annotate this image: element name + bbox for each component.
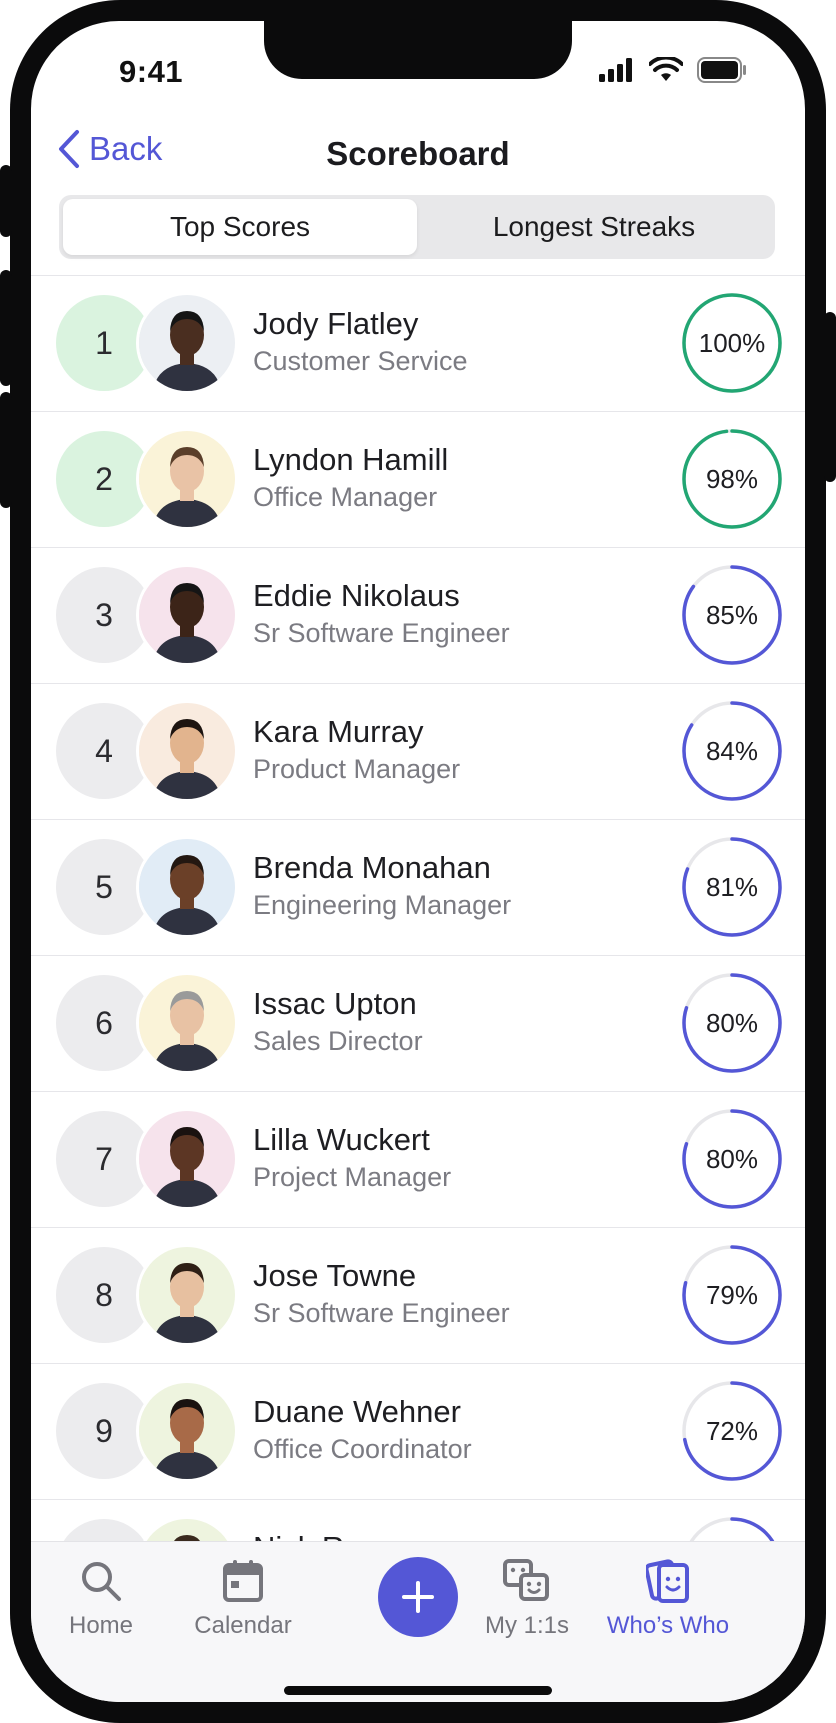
mute-switch — [0, 165, 12, 237]
person-role: Office Coordinator — [253, 1434, 472, 1464]
list-item[interactable]: 1 Jody Flatley Customer Service 100% — [31, 275, 805, 411]
avatar — [139, 1111, 235, 1207]
volume-down-button — [0, 392, 12, 508]
person-name: Brenda Monahan — [253, 850, 491, 885]
tab-my-one-on-ones[interactable]: My 1:1s — [457, 1556, 597, 1640]
avatar — [139, 1247, 235, 1343]
status-icons — [599, 57, 747, 83]
avatar — [139, 295, 235, 391]
search-icon — [82, 1562, 121, 1601]
score-ring: 80% — [680, 1107, 784, 1211]
battery-icon — [697, 57, 746, 83]
score-value: 98% — [705, 463, 759, 494]
person-role: Office Manager — [253, 482, 438, 512]
person-role: Customer Service — [253, 346, 468, 376]
avatar — [139, 1383, 235, 1479]
person-role: Sr Software Engineer — [253, 1298, 510, 1328]
id-cards-icon — [646, 1559, 689, 1603]
tab-whos-who[interactable]: Who’s Who — [598, 1556, 738, 1640]
score-ring: 79% — [680, 1243, 784, 1347]
score-ring: 81% — [680, 835, 784, 939]
avatar — [139, 703, 235, 799]
score-value: 72% — [705, 1415, 759, 1446]
score-ring: 85% — [680, 563, 784, 667]
volume-up-button — [0, 270, 12, 386]
segmented-control: Top Scores Longest Streaks — [59, 195, 775, 259]
person-name: Lyndon Hamill — [253, 442, 449, 477]
list-item[interactable]: 4 Kara Murray Product Manager 84% — [31, 683, 805, 819]
list-item[interactable]: 3 Eddie Nikolaus Sr Software Engineer 85% — [31, 547, 805, 683]
rank-badge: 4 — [56, 703, 152, 799]
score-ring: 80% — [680, 971, 784, 1075]
rank-badge: 7 — [56, 1111, 152, 1207]
scoreboard-list: 1 Jody Flatley Customer Service 100% 2 Lyndon… — [31, 275, 805, 1635]
person-name: Jody Flatley — [253, 306, 419, 341]
status-time: 9:41 — [119, 54, 184, 89]
tab-home[interactable]: Home — [31, 1556, 171, 1640]
score-value: 79% — [705, 1279, 759, 1310]
person-name: Duane Wehner — [253, 1394, 461, 1429]
score-value: 85% — [705, 599, 759, 630]
rank-badge: 8 — [56, 1247, 152, 1343]
score-value: 80% — [705, 1007, 759, 1038]
person-name: Issac Upton — [253, 986, 417, 1021]
list-item[interactable]: 6 Issac Upton Sales Director 80% — [31, 955, 805, 1091]
segment-longest-streaks[interactable]: Longest Streaks — [417, 199, 771, 255]
person-role: Product Manager — [253, 754, 461, 784]
avatar — [139, 431, 235, 527]
person-name: Eddie Nikolaus — [253, 578, 460, 613]
list-item[interactable]: 7 Lilla Wuckert Project Manager 80% — [31, 1091, 805, 1227]
page-title: Scoreboard — [326, 135, 510, 172]
person-role: Sr Software Engineer — [253, 618, 510, 648]
person-name: Lilla Wuckert — [253, 1122, 430, 1157]
avatar — [139, 839, 235, 935]
tab-label: Who’s Who — [606, 1612, 730, 1639]
screen: 9:41 Back Scoreboard Top Scores Longest … — [31, 21, 805, 1702]
avatar — [139, 975, 235, 1071]
rank-badge: 1 — [56, 295, 152, 391]
segment-top-scores[interactable]: Top Scores — [63, 199, 417, 255]
avatar — [139, 567, 235, 663]
score-value: 80% — [705, 1143, 759, 1174]
score-ring: 84% — [680, 699, 784, 803]
person-name: Kara Murray — [253, 714, 424, 749]
add-button[interactable] — [378, 1557, 458, 1637]
tab-bar: Home Calendar My 1:1s Who’s Who — [31, 1541, 805, 1702]
navigation-bar: Back Scoreboard — [31, 129, 805, 185]
person-role: Engineering Manager — [253, 890, 512, 920]
chat-faces-icon — [503, 1559, 549, 1601]
power-button — [824, 312, 836, 482]
score-ring: 72% — [680, 1379, 784, 1483]
rank-badge: 3 — [56, 567, 152, 663]
score-value: 81% — [705, 871, 759, 902]
list-item[interactable]: 9 Duane Wehner Office Coordinator 72% — [31, 1363, 805, 1499]
rank-badge: 5 — [56, 839, 152, 935]
person-role: Sales Director — [253, 1026, 423, 1056]
tab-calendar[interactable]: Calendar — [173, 1556, 313, 1640]
rank-badge: 6 — [56, 975, 152, 1071]
wifi-icon — [649, 57, 683, 81]
score-value: 100% — [698, 327, 766, 358]
tab-label: My 1:1s — [484, 1612, 570, 1639]
notch — [264, 21, 572, 79]
plus-icon — [402, 1581, 434, 1613]
person-role: Project Manager — [253, 1162, 452, 1192]
list-item[interactable]: 8 Jose Towne Sr Software Engineer 79% — [31, 1227, 805, 1363]
list-item[interactable]: 2 Lyndon Hamill Office Manager 98% — [31, 411, 805, 547]
rank-badge: 2 — [56, 431, 152, 527]
score-ring: 100% — [680, 291, 784, 395]
score-value: 84% — [705, 735, 759, 766]
list-item[interactable]: 5 Brenda Monahan Engineering Manager 81% — [31, 819, 805, 955]
tab-label: Calendar — [194, 1612, 292, 1639]
person-name: Jose Towne — [253, 1258, 417, 1293]
rank-badge: 9 — [56, 1383, 152, 1479]
score-ring: 98% — [680, 427, 784, 531]
home-indicator — [284, 1686, 552, 1695]
calendar-icon — [223, 1560, 263, 1602]
tab-label: Home — [68, 1612, 134, 1639]
signal-icon — [599, 58, 632, 82]
